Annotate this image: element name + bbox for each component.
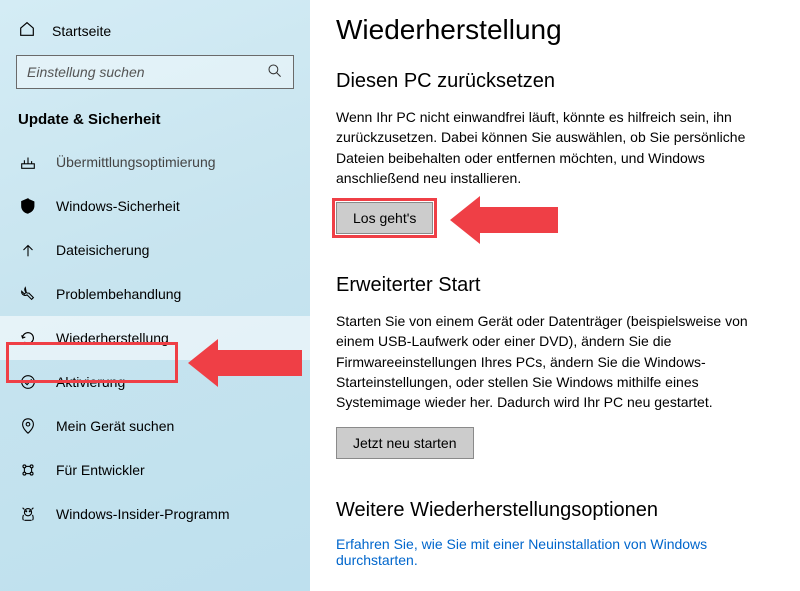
settings-sidebar: Startseite Update & Sicherheit Übermittl… (0, 0, 310, 591)
sidebar-item-label: Aktivierung (56, 374, 125, 390)
home-label: Startseite (52, 23, 111, 39)
shield-icon (18, 196, 38, 216)
more-heading: Weitere Wiederherstellungsoptionen (336, 499, 774, 522)
search-field[interactable] (27, 64, 267, 80)
sidebar-item-f-r-entwickler[interactable]: Für Entwickler (0, 448, 310, 492)
sidebar-item-label: Mein Gerät suchen (56, 418, 174, 434)
search-icon (267, 63, 283, 82)
sidebar-item--bermittlungsoptimierung[interactable]: Übermittlungsoptimierung (0, 140, 310, 184)
recovery-icon (18, 328, 38, 348)
settings-main: Wiederherstellung Diesen PC zurücksetzen… (310, 0, 800, 591)
sidebar-item-label: Windows-Insider-Programm (56, 506, 229, 522)
reset-body: Wenn Ihr PC nicht einwandfrei läuft, kön… (336, 107, 774, 188)
sidebar-item-label: Übermittlungsoptimierung (56, 154, 216, 170)
search-input[interactable] (16, 55, 294, 89)
insider-icon (18, 504, 38, 524)
backup-icon (18, 240, 38, 260)
sidebar-item-label: Windows-Sicherheit (56, 198, 180, 214)
sidebar-item-mein-ger-t-suchen[interactable]: Mein Gerät suchen (0, 404, 310, 448)
page-title: Wiederherstellung (336, 14, 774, 46)
troubleshoot-icon (18, 284, 38, 304)
sidebar-nav: Übermittlungsoptimierung Windows-Sicherhe… (0, 140, 310, 536)
advanced-restart-button[interactable]: Jetzt neu starten (336, 427, 474, 459)
sidebar-item-label: Für Entwickler (56, 462, 145, 478)
find-device-icon (18, 416, 38, 436)
sidebar-item-label: Dateisicherung (56, 242, 149, 258)
sidebar-item-windows-insider-programm[interactable]: Windows-Insider-Programm (0, 492, 310, 536)
reset-start-button[interactable]: Los geht's (336, 202, 433, 234)
sidebar-section-header: Update & Sicherheit (0, 107, 310, 140)
activation-icon (18, 372, 38, 392)
more-link[interactable]: Erfahren Sie, wie Sie mit einer Neuinsta… (336, 536, 707, 568)
reset-heading: Diesen PC zurücksetzen (336, 70, 774, 93)
home-icon (18, 20, 36, 41)
advanced-body: Starten Sie von einem Gerät oder Datentr… (336, 311, 774, 412)
sidebar-item-dateisicherung[interactable]: Dateisicherung (0, 228, 310, 272)
sidebar-item-problembehandlung[interactable]: Problembehandlung (0, 272, 310, 316)
sidebar-item-wiederherstellung[interactable]: Wiederherstellung (0, 316, 310, 360)
sidebar-item-label: Wiederherstellung (56, 330, 169, 346)
optimize-icon (18, 152, 38, 172)
advanced-heading: Erweiterter Start (336, 274, 774, 297)
sidebar-item-windows-sicherheit[interactable]: Windows-Sicherheit (0, 184, 310, 228)
annotation-arrow-reset (450, 196, 558, 244)
developer-icon (18, 460, 38, 480)
sidebar-item-aktivierung[interactable]: Aktivierung (0, 360, 310, 404)
sidebar-item-label: Problembehandlung (56, 286, 181, 302)
sidebar-home[interactable]: Startseite (0, 0, 310, 55)
